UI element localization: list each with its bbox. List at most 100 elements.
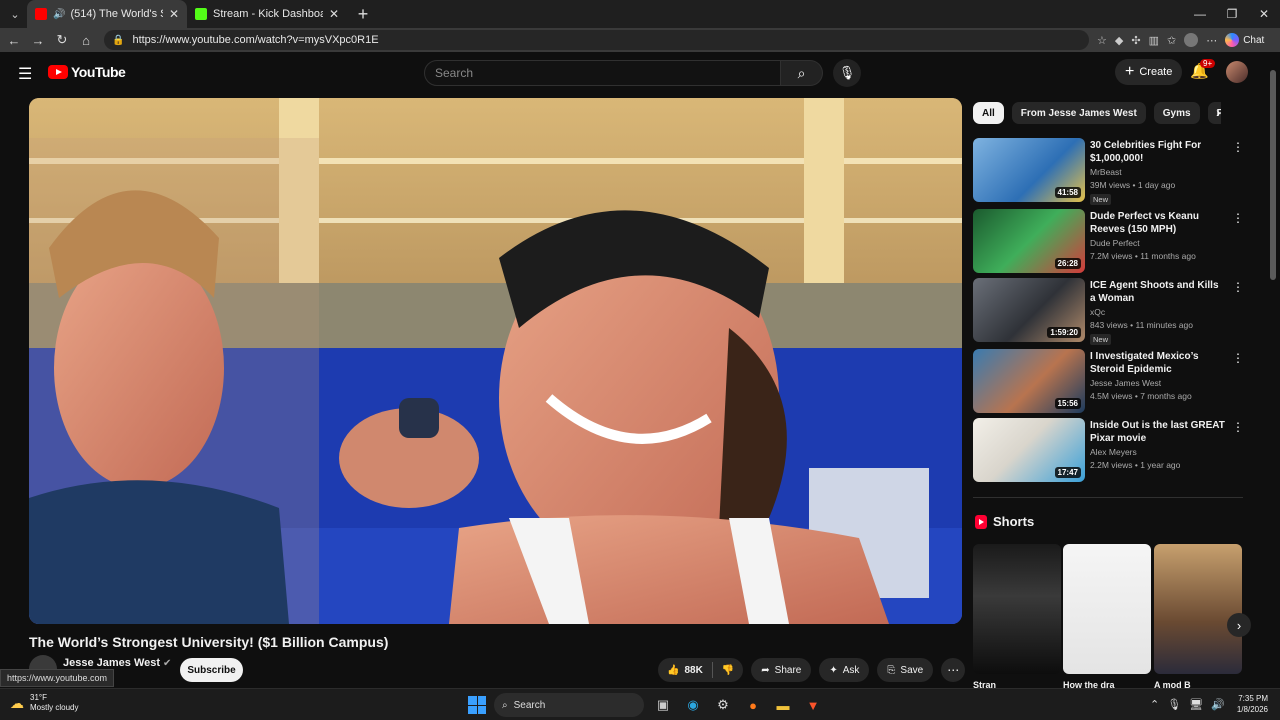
like-button[interactable]: 👍 88K <box>658 665 712 676</box>
recommendation-item[interactable]: 26:28 Dude Perfect vs Keanu Reeves (150 … <box>973 209 1244 273</box>
recommendation-title[interactable]: I Investigated Mexico’s Steroid Epidemic <box>1090 350 1225 376</box>
short-thumbnail[interactable] <box>1063 544 1151 674</box>
copilot-chat-button[interactable]: Chat <box>1225 33 1264 47</box>
more-actions-button[interactable]: ⋯ <box>941 658 966 682</box>
hamburger-menu-icon[interactable]: ☰ <box>18 64 32 84</box>
video-title: The World’s Strongest University! ($1 Bi… <box>29 634 389 650</box>
volume-icon[interactable]: 🔊 <box>1211 698 1225 711</box>
short-thumbnail[interactable] <box>973 544 1061 674</box>
chip-from-channel[interactable]: From Jesse James West <box>1011 102 1146 124</box>
forward-button[interactable]: → <box>26 33 50 48</box>
recommendation-channel[interactable]: Alex Meyers <box>1090 447 1137 457</box>
create-button[interactable]: + Create <box>1115 59 1183 85</box>
tab-kick[interactable]: Stream - Kick Dashboard ✕ <box>187 0 347 28</box>
microphone-icon[interactable]: 🎙 <box>1167 698 1181 711</box>
recommendation-title[interactable]: Dude Perfect vs Keanu Reeves (150 MPH) <box>1090 210 1225 236</box>
brave-browser-icon[interactable]: ▼ <box>802 694 824 716</box>
weather-widget[interactable]: ☁ 31°F Mostly cloudy <box>10 693 78 713</box>
dislike-button[interactable]: 👎 <box>713 665 743 676</box>
page-scrollbar[interactable] <box>1268 52 1278 688</box>
weather-text: 31°F Mostly cloudy <box>30 693 78 713</box>
save-label: Save <box>900 664 924 676</box>
save-button[interactable]: ⎘ Save <box>877 658 934 682</box>
home-button[interactable]: ⌂ <box>74 33 98 48</box>
favorite-star-icon[interactable]: ☆ <box>1097 34 1107 47</box>
close-tab-icon[interactable]: ✕ <box>169 7 179 21</box>
speaker-icon[interactable]: 🔊 <box>53 9 65 20</box>
start-windows-icon[interactable] <box>468 696 486 714</box>
recommendation-channel[interactable]: xQc <box>1090 307 1105 317</box>
chips-next-icon[interactable]: › <box>1216 104 1221 120</box>
video-player[interactable] <box>29 98 962 624</box>
short-thumbnail[interactable] <box>1154 544 1242 674</box>
app-icon[interactable]: ⚙ <box>712 694 734 716</box>
video-thumbnail[interactable]: 15:56 <box>973 349 1085 413</box>
recommendation-item[interactable]: 17:47 Inside Out is the last GREAT Pixar… <box>973 418 1244 482</box>
address-bar[interactable]: 🔒 https://www.youtube.com/watch?v=mysVXp… <box>104 30 1089 50</box>
show-hidden-icons-icon[interactable]: ⌃ <box>1150 698 1159 711</box>
new-badge: New <box>1090 194 1112 205</box>
video-thumbnail[interactable]: 1:59:20 <box>973 278 1085 342</box>
profile-icon[interactable] <box>1184 33 1199 47</box>
recommendation-item[interactable]: 41:58 30 Celebrities Fight For $1,000,00… <box>973 138 1244 205</box>
split-screen-icon[interactable]: ▥ <box>1149 34 1159 47</box>
youtube-logo[interactable]: YouTube <box>48 64 126 80</box>
more-menu-icon[interactable]: ⋯ <box>1206 34 1217 47</box>
close-tab-icon[interactable]: ✕ <box>329 7 339 21</box>
short-title[interactable]: A mod B <box>1154 680 1242 688</box>
chip-all[interactable]: All <box>973 102 1004 124</box>
vertical-dots-icon[interactable]: ⋮ <box>1232 280 1244 294</box>
vertical-dots-icon[interactable]: ⋮ <box>1232 351 1244 365</box>
short-title[interactable]: Stran <box>973 680 1061 688</box>
shorts-next-button[interactable]: › <box>1227 613 1251 637</box>
ask-button[interactable]: ✦ Ask <box>819 658 870 682</box>
recommendation-item[interactable]: 15:56 I Investigated Mexico’s Steroid Ep… <box>973 349 1244 413</box>
search-button[interactable]: ⌕ <box>781 60 823 86</box>
video-thumbnail[interactable]: 41:58 <box>973 138 1085 202</box>
restore-button[interactable]: ❐ <box>1216 0 1248 28</box>
tab-youtube[interactable]: 🔊 (514) The World's Strongest U ✕ <box>27 0 187 28</box>
taskbar-apps: ⌕ Search ▣ ◉ ⚙ ● ▬ ▼ <box>468 693 824 717</box>
taskbar-search[interactable]: ⌕ Search <box>494 693 644 717</box>
video-thumbnail[interactable]: 26:28 <box>973 209 1085 273</box>
voice-search-button[interactable]: 🎙 <box>833 59 861 87</box>
notifications-button[interactable]: 🔔 9+ <box>1190 59 1216 80</box>
vertical-dots-icon[interactable]: ⋮ <box>1232 140 1244 154</box>
firefox-icon[interactable]: ● <box>742 694 764 716</box>
recommendation-item[interactable]: 1:59:20 ICE Agent Shoots and Kills a Wom… <box>973 278 1244 345</box>
recommendation-channel[interactable]: Jesse James West <box>1090 378 1161 388</box>
video-thumbnail[interactable]: 17:47 <box>973 418 1085 482</box>
recommendation-title[interactable]: ICE Agent Shoots and Kills a Woman <box>1090 279 1225 305</box>
vertical-dots-icon[interactable]: ⋮ <box>1232 211 1244 225</box>
close-window-button[interactable]: ✕ <box>1248 0 1280 28</box>
channel-name[interactable]: Jesse James West ✔ <box>63 657 171 669</box>
task-view-icon[interactable]: ▣ <box>652 694 674 716</box>
recommendation-title[interactable]: Inside Out is the last GREAT Pixar movie <box>1090 419 1225 445</box>
share-label: Share <box>774 664 802 676</box>
puzzle-icon[interactable]: ✣ <box>1131 34 1140 47</box>
search-input[interactable]: Search <box>424 60 781 86</box>
scrollbar-thumb[interactable] <box>1270 70 1276 280</box>
tab-actions-menu[interactable]: ⌄ <box>3 3 27 25</box>
recommendation-channel[interactable]: MrBeast <box>1090 167 1122 177</box>
recommendation-title[interactable]: 30 Celebrities Fight For $1,000,000! <box>1090 139 1225 165</box>
recommendation-channel[interactable]: Dude Perfect <box>1090 238 1140 248</box>
reload-button[interactable]: ↻ <box>50 32 74 48</box>
short-title[interactable]: How the dra <box>1063 680 1151 688</box>
vertical-dots-icon[interactable]: ⋮ <box>1232 420 1244 434</box>
minimize-button[interactable]: — <box>1184 0 1216 28</box>
extension-icon[interactable]: ◆ <box>1115 34 1123 47</box>
share-button[interactable]: ➦ Share <box>751 658 812 682</box>
edge-browser-icon[interactable]: ◉ <box>682 694 704 716</box>
file-explorer-icon[interactable]: ▬ <box>772 694 794 716</box>
clock[interactable]: 7:35 PM 1/8/2026 <box>1237 693 1268 715</box>
new-tab-button[interactable]: + <box>351 4 375 25</box>
favorites-icon[interactable]: ✩ <box>1167 34 1176 47</box>
back-button[interactable]: ← <box>2 33 26 48</box>
account-avatar[interactable] <box>1226 61 1248 83</box>
network-icon[interactable]: 🖥 <box>1189 698 1203 711</box>
site-info-icon[interactable]: 🔒 <box>112 35 124 46</box>
chip-gyms[interactable]: Gyms <box>1153 102 1200 124</box>
subscribe-button[interactable]: Subscribe <box>180 658 243 682</box>
windows-taskbar: ☁ 31°F Mostly cloudy ⌕ Search ▣ ◉ ⚙ ● ▬ ▼… <box>0 688 1280 720</box>
